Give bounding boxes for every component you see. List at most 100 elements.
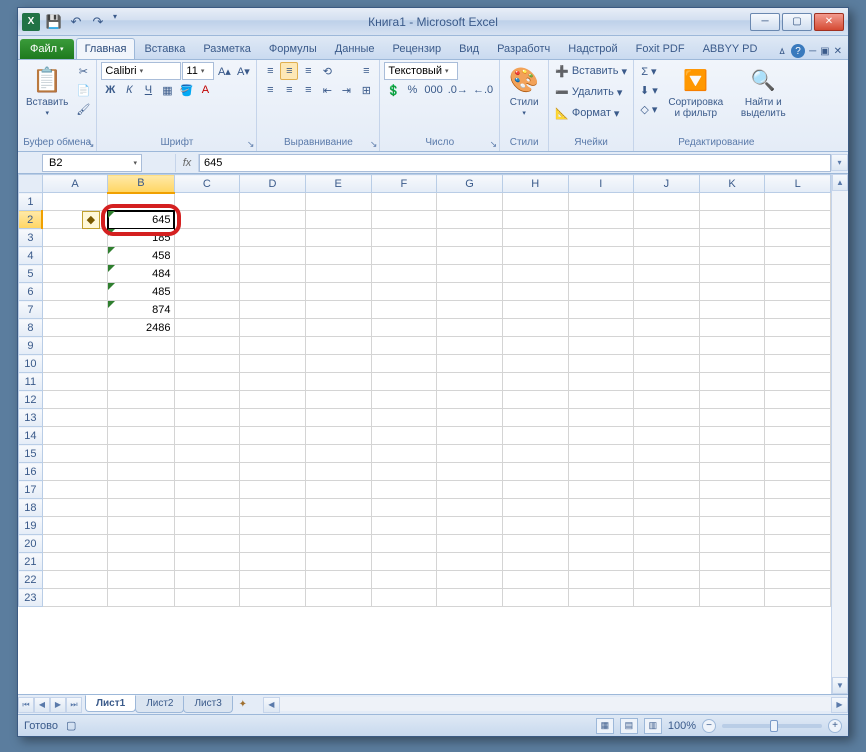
cell-E3[interactable] — [305, 229, 371, 247]
cell-K14[interactable] — [699, 427, 765, 445]
col-header-E[interactable]: E — [305, 175, 371, 193]
zoom-slider[interactable] — [722, 724, 822, 728]
cell-I15[interactable] — [568, 445, 634, 463]
cell-C6[interactable] — [174, 283, 240, 301]
view-page-break[interactable]: ▥ — [644, 718, 662, 734]
row-header-5[interactable]: 5 — [19, 265, 43, 283]
cell-A16[interactable] — [42, 463, 108, 481]
cell-I6[interactable] — [568, 283, 634, 301]
cell-D7[interactable] — [240, 301, 306, 319]
cell-A9[interactable] — [42, 337, 108, 355]
cell-K7[interactable] — [699, 301, 765, 319]
cell-I23[interactable] — [568, 589, 634, 607]
cell-H20[interactable] — [502, 535, 568, 553]
cell-G18[interactable] — [437, 499, 503, 517]
cell-E7[interactable] — [305, 301, 371, 319]
cell-E8[interactable] — [305, 319, 371, 337]
cell-C10[interactable] — [174, 355, 240, 373]
cell-H21[interactable] — [502, 553, 568, 571]
minimize-button[interactable]: ─ — [750, 13, 780, 31]
cell-J1[interactable] — [634, 193, 700, 211]
cell-C23[interactable] — [174, 589, 240, 607]
sort-filter-button[interactable]: 🔽 Сортировка и фильтр — [662, 62, 730, 121]
cell-A5[interactable] — [42, 265, 108, 283]
row-header-16[interactable]: 16 — [19, 463, 43, 481]
cell-H11[interactable] — [502, 373, 568, 391]
formula-expand[interactable]: ▾ — [831, 154, 848, 171]
cell-A22[interactable] — [42, 571, 108, 589]
cell-A7[interactable] — [42, 301, 108, 319]
cell-B2[interactable]: 645 — [108, 211, 174, 229]
cell-E19[interactable] — [305, 517, 371, 535]
cell-D12[interactable] — [240, 391, 306, 409]
cell-A15[interactable] — [42, 445, 108, 463]
cell-J11[interactable] — [634, 373, 700, 391]
select-all-corner[interactable] — [19, 175, 43, 193]
col-header-J[interactable]: J — [634, 175, 700, 193]
cell-C22[interactable] — [174, 571, 240, 589]
cell-I16[interactable] — [568, 463, 634, 481]
bold-button[interactable]: Ж — [101, 81, 119, 99]
maximize-button[interactable]: ▢ — [782, 13, 812, 31]
dec-decimal[interactable]: ←.0 — [471, 81, 495, 99]
cell-G5[interactable] — [437, 265, 503, 283]
cell-B19[interactable] — [108, 517, 174, 535]
font-size-select[interactable]: 11 — [182, 62, 214, 80]
cell-G15[interactable] — [437, 445, 503, 463]
cell-G3[interactable] — [437, 229, 503, 247]
ribbon-tab-разметка[interactable]: Разметка — [194, 38, 260, 59]
cell-L18[interactable] — [765, 499, 831, 517]
cell-E13[interactable] — [305, 409, 371, 427]
cell-I2[interactable] — [568, 211, 634, 229]
cell-D5[interactable] — [240, 265, 306, 283]
cell-D17[interactable] — [240, 481, 306, 499]
styles-button[interactable]: 🎨 Стили ▾ — [504, 62, 544, 119]
cell-C1[interactable] — [174, 193, 240, 211]
cell-J4[interactable] — [634, 247, 700, 265]
cell-G16[interactable] — [437, 463, 503, 481]
cell-D4[interactable] — [240, 247, 306, 265]
cell-B12[interactable] — [108, 391, 174, 409]
cell-F10[interactable] — [371, 355, 437, 373]
cell-E22[interactable] — [305, 571, 371, 589]
ribbon-tab-foxit pdf[interactable]: Foxit PDF — [627, 38, 694, 59]
font-name-select[interactable]: Calibri — [101, 62, 181, 80]
ribbon-tab-формулы[interactable]: Формулы — [260, 38, 326, 59]
cell-J2[interactable] — [634, 211, 700, 229]
cell-F14[interactable] — [371, 427, 437, 445]
sheet-last[interactable]: ⏭ — [66, 697, 82, 713]
cell-D23[interactable] — [240, 589, 306, 607]
row-header-9[interactable]: 9 — [19, 337, 43, 355]
cell-D22[interactable] — [240, 571, 306, 589]
cell-C21[interactable] — [174, 553, 240, 571]
cell-J18[interactable] — [634, 499, 700, 517]
cell-D9[interactable] — [240, 337, 306, 355]
redo-button[interactable]: ↷ — [88, 12, 108, 32]
row-header-1[interactable]: 1 — [19, 193, 43, 211]
indent-inc[interactable]: ⇥ — [337, 81, 355, 99]
cell-F4[interactable] — [371, 247, 437, 265]
cell-C7[interactable] — [174, 301, 240, 319]
help-icon[interactable]: ? — [791, 44, 805, 58]
cell-J13[interactable] — [634, 409, 700, 427]
cell-I18[interactable] — [568, 499, 634, 517]
cell-B5[interactable]: 484 — [108, 265, 174, 283]
cell-K16[interactable] — [699, 463, 765, 481]
cell-G13[interactable] — [437, 409, 503, 427]
cell-H6[interactable] — [502, 283, 568, 301]
cell-D19[interactable] — [240, 517, 306, 535]
cell-L12[interactable] — [765, 391, 831, 409]
cell-K19[interactable] — [699, 517, 765, 535]
cell-J15[interactable] — [634, 445, 700, 463]
italic-button[interactable]: К — [120, 81, 138, 99]
cell-H15[interactable] — [502, 445, 568, 463]
qat-customize[interactable]: ▾ — [110, 12, 120, 32]
cell-E14[interactable] — [305, 427, 371, 445]
cell-I1[interactable] — [568, 193, 634, 211]
cell-B13[interactable] — [108, 409, 174, 427]
cell-H4[interactable] — [502, 247, 568, 265]
cell-A6[interactable] — [42, 283, 108, 301]
cell-F13[interactable] — [371, 409, 437, 427]
cell-H14[interactable] — [502, 427, 568, 445]
new-sheet-button[interactable]: ✦ — [233, 699, 253, 710]
